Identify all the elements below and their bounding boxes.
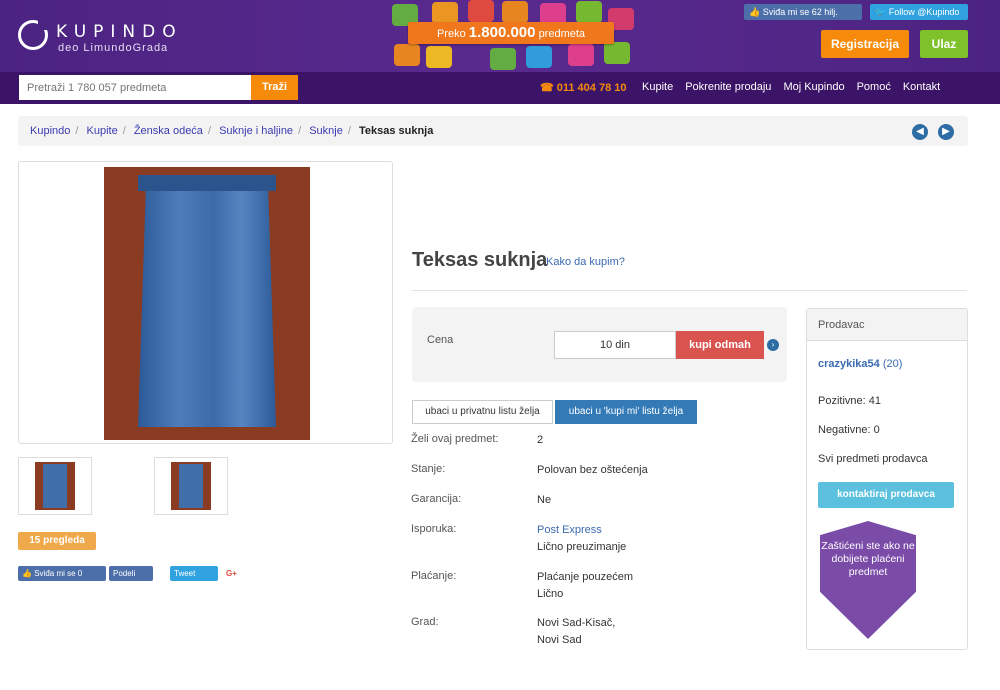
- seller-panel: Prodavac crazykika54 (20) Pozitivne: 41 …: [806, 308, 968, 650]
- payment-cod: Plaćanje pouzećem: [537, 571, 634, 583]
- how-to-buy-link[interactable]: Kako da kupim?: [546, 256, 625, 268]
- google-plus-button[interactable]: G+: [222, 566, 248, 581]
- nav-link-kupite[interactable]: Kupite: [642, 81, 673, 93]
- category-tile-icon: [394, 44, 420, 66]
- category-tile-icon: [490, 48, 516, 70]
- delivery-post-express-link[interactable]: Post Express: [537, 522, 626, 539]
- category-tile-icon: [568, 44, 594, 66]
- info-icon[interactable]: ›: [767, 339, 779, 351]
- category-tile-icon: [604, 42, 630, 64]
- buyer-protection-shield-icon: Zaštićeni ste ako ne dobijete plaćeni pr…: [820, 521, 916, 639]
- buy-now-button[interactable]: kupi odmah: [676, 331, 764, 359]
- payment-personal: Lično: [537, 588, 564, 600]
- breadcrumb: Kupindo / Kupite / Ženska odeća / Suknje i …: [18, 116, 968, 146]
- facebook-like-button[interactable]: 👍 Sviđa mi se 62 hilj.: [744, 4, 862, 20]
- main-navbar: Traži ☎ 011 404 78 10 Kupite Pokrenite p…: [0, 72, 1000, 104]
- seller-negative: Negativne: 0: [818, 424, 880, 436]
- nav-link-pomoc[interactable]: Pomoć: [857, 81, 891, 93]
- views-badge: 15 pregleda: [18, 532, 96, 550]
- previous-item-arrow-icon[interactable]: ◀: [912, 124, 928, 140]
- tweet-button[interactable]: Tweet: [170, 566, 218, 581]
- breadcrumb-item[interactable]: Suknje i haljine: [219, 125, 293, 137]
- city-values: Novi Sad-Kisač, Novi Sad: [537, 615, 615, 649]
- condition-value: Polovan bez oštećenja: [537, 464, 648, 476]
- category-tile-icon: [526, 46, 552, 68]
- login-button[interactable]: Ulaz: [920, 30, 968, 58]
- logo-name: KUPINDO: [56, 22, 183, 42]
- title-divider: [412, 290, 967, 291]
- facebook-share-button[interactable]: Podeli: [109, 566, 153, 581]
- category-tile-icon: [432, 2, 458, 24]
- search-button[interactable]: Traži: [251, 75, 298, 100]
- kupindo-logo[interactable]: KUPINDO deo LimundoGrada: [18, 18, 218, 60]
- warranty-value: Ne: [537, 494, 552, 506]
- category-tile-icon: [502, 1, 528, 23]
- private-wishlist-button[interactable]: ubaci u privatnu listu želja: [412, 400, 553, 424]
- breadcrumb-current: Teksas suknja: [358, 125, 434, 137]
- price-panel: Cena 10 din kupi odmah ›: [412, 307, 787, 382]
- nav-link-pokrenite-prodaju[interactable]: Pokrenite prodaju: [685, 81, 771, 93]
- twitter-bird-icon: 🐦: [875, 7, 887, 17]
- category-tile-icon: [576, 1, 602, 23]
- city-secondary: Novi Sad: [537, 634, 582, 646]
- promo-count: Preko 1.800.000 predmeta: [408, 22, 614, 44]
- logo-subtitle: deo LimundoGrada: [58, 42, 169, 54]
- contact-seller-button[interactable]: kontaktiraj prodavca: [818, 482, 954, 508]
- seller-heading: Prodavac: [807, 309, 967, 341]
- thumbnail-image: [35, 462, 75, 510]
- delivery-label: Isporuka:: [411, 523, 457, 535]
- phone-number[interactable]: ☎ 011 404 78 10: [540, 81, 627, 94]
- search-input[interactable]: [19, 75, 251, 100]
- payment-values: Plaćanje pouzećem Lično: [537, 569, 633, 603]
- skirt-waistband: [138, 175, 276, 191]
- seller-name-link[interactable]: crazykika54 (20): [818, 358, 902, 370]
- breadcrumb-item[interactable]: Kupite: [87, 125, 118, 137]
- wanted-label: Želi ovaj predmet:: [411, 433, 499, 445]
- nav-links: Kupite Pokrenite prodaju Moj Kupindo Pom…: [642, 81, 940, 93]
- seller-positive: Pozitivne: 41: [818, 395, 881, 407]
- public-wishlist-button[interactable]: ubaci u 'kupi mi' listu želja: [555, 400, 697, 424]
- city-label: Grad:: [411, 616, 439, 628]
- main-product-image-frame: [18, 161, 393, 444]
- thumbs-up-icon: 👍: [749, 7, 761, 17]
- breadcrumb-item[interactable]: Ženska odeća: [134, 125, 203, 137]
- condition-label: Stanje:: [411, 463, 446, 475]
- breadcrumb-item[interactable]: Kupindo: [30, 125, 70, 137]
- main-product-image[interactable]: [104, 167, 310, 440]
- payment-label: Plaćanje:: [411, 570, 457, 582]
- category-tile-icon: [426, 46, 452, 68]
- twitter-follow-button[interactable]: 🐦 Follow @Kupindo: [870, 4, 968, 20]
- next-item-arrow-icon[interactable]: ▶: [938, 124, 954, 140]
- nav-link-kontakt[interactable]: Kontakt: [903, 81, 940, 93]
- register-button[interactable]: Registracija: [821, 30, 909, 58]
- product-thumbnail[interactable]: [18, 457, 92, 515]
- seller-all-items-link[interactable]: Svi predmeti prodavca: [818, 453, 927, 465]
- logo-mark-icon: [18, 18, 50, 50]
- denim-skirt-image: [138, 175, 276, 427]
- price-label: Cena: [427, 334, 454, 346]
- site-header: KUPINDO deo LimundoGrada Preko 1.800.000…: [0, 0, 1000, 72]
- wanted-value: 2: [537, 434, 544, 446]
- thumbnail-image: [171, 462, 211, 510]
- delivery-pickup: Lično preuzimanje: [537, 541, 627, 553]
- warranty-label: Garancija:: [411, 493, 462, 505]
- price-value: 10 din: [554, 331, 676, 359]
- breadcrumb-item[interactable]: Suknje: [309, 125, 343, 137]
- nav-link-moj-kupindo[interactable]: Moj Kupindo: [783, 81, 844, 93]
- promo-banner-area[interactable]: Preko 1.800.000 predmeta: [380, 0, 640, 72]
- product-title: Teksas suknja: [412, 249, 548, 271]
- delivery-values: Post Express Lično preuzimanje: [537, 522, 626, 556]
- city-primary: Novi Sad-Kisač,: [537, 617, 616, 629]
- thumbs-up-icon: 👍: [22, 569, 32, 578]
- facebook-like-button[interactable]: 👍 Sviđa mi se 0: [18, 566, 106, 581]
- product-thumbnail[interactable]: [154, 457, 228, 515]
- category-tile-icon: [468, 0, 494, 22]
